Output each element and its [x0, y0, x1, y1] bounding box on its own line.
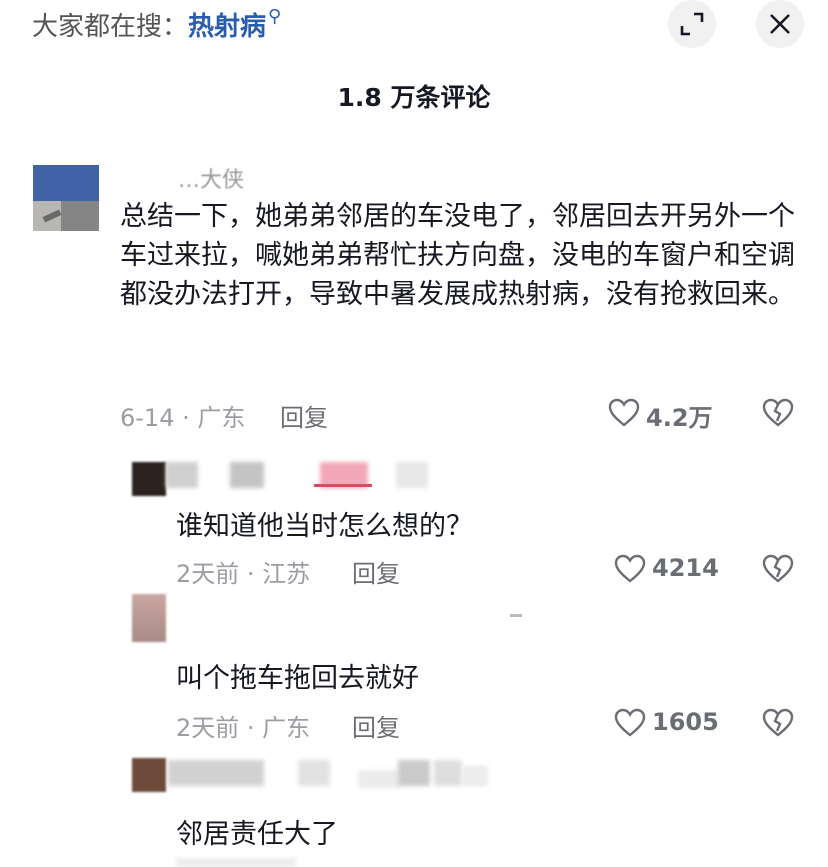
broken-heart-icon[interactable]	[762, 708, 794, 738]
username-blurred	[166, 462, 198, 488]
reply-meta-cutoff	[176, 858, 296, 867]
broken-heart-icon[interactable]	[762, 554, 794, 584]
like-count: 4.2万	[646, 404, 713, 432]
username[interactable]: …大侠	[178, 162, 244, 194]
username-blurred	[396, 462, 428, 488]
close-icon	[770, 14, 790, 34]
username-blurred	[358, 770, 400, 788]
heart-icon[interactable]	[608, 398, 640, 428]
search-term-link[interactable]: 热射病	[188, 12, 266, 42]
expand-icon	[680, 12, 704, 36]
username-blurred	[230, 462, 264, 488]
reply-button[interactable]: 回复	[352, 554, 400, 589]
username-blurred	[168, 760, 264, 786]
comments-count-title: 1.8 万条评论	[337, 83, 491, 112]
avatar[interactable]	[132, 758, 166, 792]
avatar[interactable]	[33, 165, 99, 231]
expand-button[interactable]	[668, 0, 716, 48]
username-blurred	[434, 760, 462, 786]
avatar[interactable]	[132, 594, 166, 642]
reply-text: 谁知道他当时怎么想的？	[176, 511, 473, 542]
reply-meta: 2天前 · 江苏	[176, 560, 311, 588]
close-button[interactable]	[756, 0, 804, 48]
username-blurred	[298, 760, 330, 786]
heart-icon[interactable]	[614, 708, 646, 738]
blur-mark	[510, 614, 522, 617]
broken-heart-icon[interactable]	[762, 398, 794, 428]
reply-button[interactable]: 回复	[352, 708, 400, 743]
reply-text: 叫个拖车拖回去就好	[176, 663, 419, 694]
like-count: 4214	[652, 554, 719, 582]
heart-icon[interactable]	[614, 554, 646, 584]
like-count: 1605	[652, 708, 719, 736]
avatar[interactable]	[132, 462, 166, 496]
reply-button[interactable]: 回复	[280, 398, 328, 433]
blur-underline	[314, 484, 372, 487]
username-blurred	[398, 760, 430, 786]
comment-text: 总结一下，她弟弟邻居的车没电了，邻居回去开另外一个车过来拉，喊她弟弟帮忙扶方向盘…	[120, 201, 795, 310]
reply-text: 邻居责任大了	[176, 819, 338, 850]
reply-meta: 2天前 · 广东	[176, 714, 311, 742]
comment-meta: 6-14 · 广东	[120, 404, 246, 432]
username-blurred	[462, 766, 488, 786]
search-icon: ⚲	[268, 6, 282, 27]
search-prefix-label: 大家都在搜：	[32, 12, 189, 42]
search-suggestion[interactable]: 大家都在搜：热射病 ⚲	[32, 6, 281, 43]
